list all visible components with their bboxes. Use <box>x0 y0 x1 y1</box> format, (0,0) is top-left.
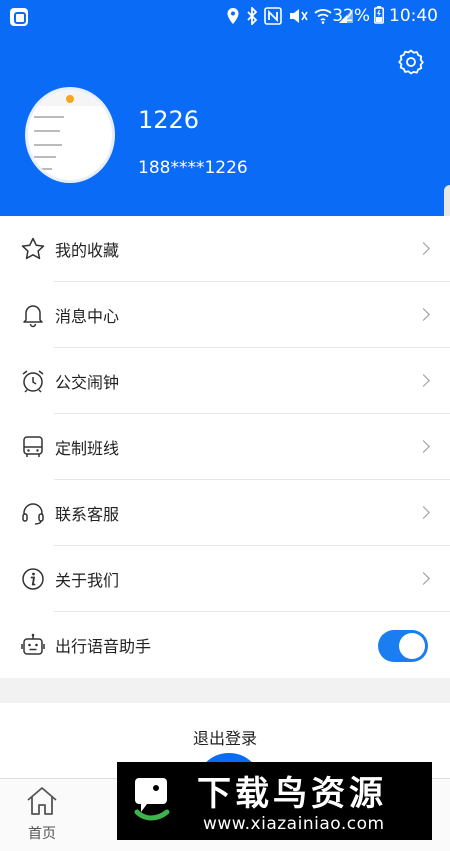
home-icon <box>27 787 57 815</box>
status-bar: 32% 10:40 <box>0 0 450 32</box>
chevron-right-icon <box>417 440 430 453</box>
menu-item-customer-service[interactable]: 联系客服 <box>0 480 450 546</box>
watermark-banner: 下载鸟资源 www.xiazainiao.com <box>117 762 432 840</box>
bird-logo-icon <box>134 778 170 821</box>
app-notification-icon <box>10 8 28 26</box>
chevron-right-icon <box>417 506 430 519</box>
bus-icon <box>20 434 46 460</box>
bell-icon <box>20 302 46 328</box>
menu-label-voice-assistant: 出行语音助手 <box>55 637 152 656</box>
user-phone: 188****1226 <box>138 158 248 178</box>
menu-label-about: 关于我们 <box>55 571 120 590</box>
watermark-title: 下载鸟资源 <box>197 774 387 814</box>
settings-menu: 我的收藏 消息中心 公交闹钟 定制班线 联系客服 关于我们 出行语音助手 <box>0 216 450 678</box>
menu-label-messages: 消息中心 <box>55 307 120 326</box>
menu-item-about[interactable]: 关于我们 <box>0 546 450 612</box>
wifi-icon <box>314 9 332 24</box>
menu-label-bus-alarm: 公交闹钟 <box>55 373 120 392</box>
avatar[interactable] <box>28 90 112 180</box>
menu-label-custom-route: 定制班线 <box>55 439 120 458</box>
menu-item-favorites[interactable]: 我的收藏 <box>0 216 450 282</box>
robot-icon <box>20 632 46 658</box>
profile-header: 32% 10:40 1226 188****1226 <box>0 0 450 216</box>
toggle-knob <box>399 633 425 659</box>
tab-home-label: 首页 <box>28 826 56 842</box>
menu-label-favorites: 我的收藏 <box>55 241 120 260</box>
chevron-right-icon <box>417 374 430 387</box>
user-name: 1226 <box>138 106 200 134</box>
headset-icon <box>20 500 46 526</box>
alarm-clock-icon <box>20 368 46 394</box>
menu-item-custom-route[interactable]: 定制班线 <box>0 414 450 480</box>
clock: 10:40 <box>389 6 438 26</box>
chevron-right-icon <box>417 572 430 585</box>
watermark-url: www.xiazainiao.com <box>203 814 385 834</box>
menu-item-bus-alarm[interactable]: 公交闹钟 <box>0 348 450 414</box>
battery-percent: 32% <box>332 6 370 26</box>
menu-item-messages[interactable]: 消息中心 <box>0 282 450 348</box>
gear-icon <box>398 49 424 75</box>
chevron-right-icon <box>417 308 430 321</box>
chevron-right-icon <box>417 242 430 255</box>
nfc-icon <box>264 7 282 25</box>
info-icon <box>20 566 46 592</box>
menu-label-customer-service: 联系客服 <box>55 505 120 524</box>
star-icon <box>20 236 46 262</box>
mute-icon <box>290 9 308 23</box>
bluetooth-icon <box>247 7 258 25</box>
battery-icon <box>374 6 384 24</box>
logout-button[interactable]: 退出登录 <box>0 725 450 749</box>
settings-button[interactable] <box>394 45 428 79</box>
location-icon <box>227 8 239 24</box>
menu-item-voice-assistant: 出行语音助手 <box>0 612 450 678</box>
tab-home[interactable]: 首页 <box>14 779 70 843</box>
voice-assistant-toggle[interactable] <box>378 630 428 662</box>
